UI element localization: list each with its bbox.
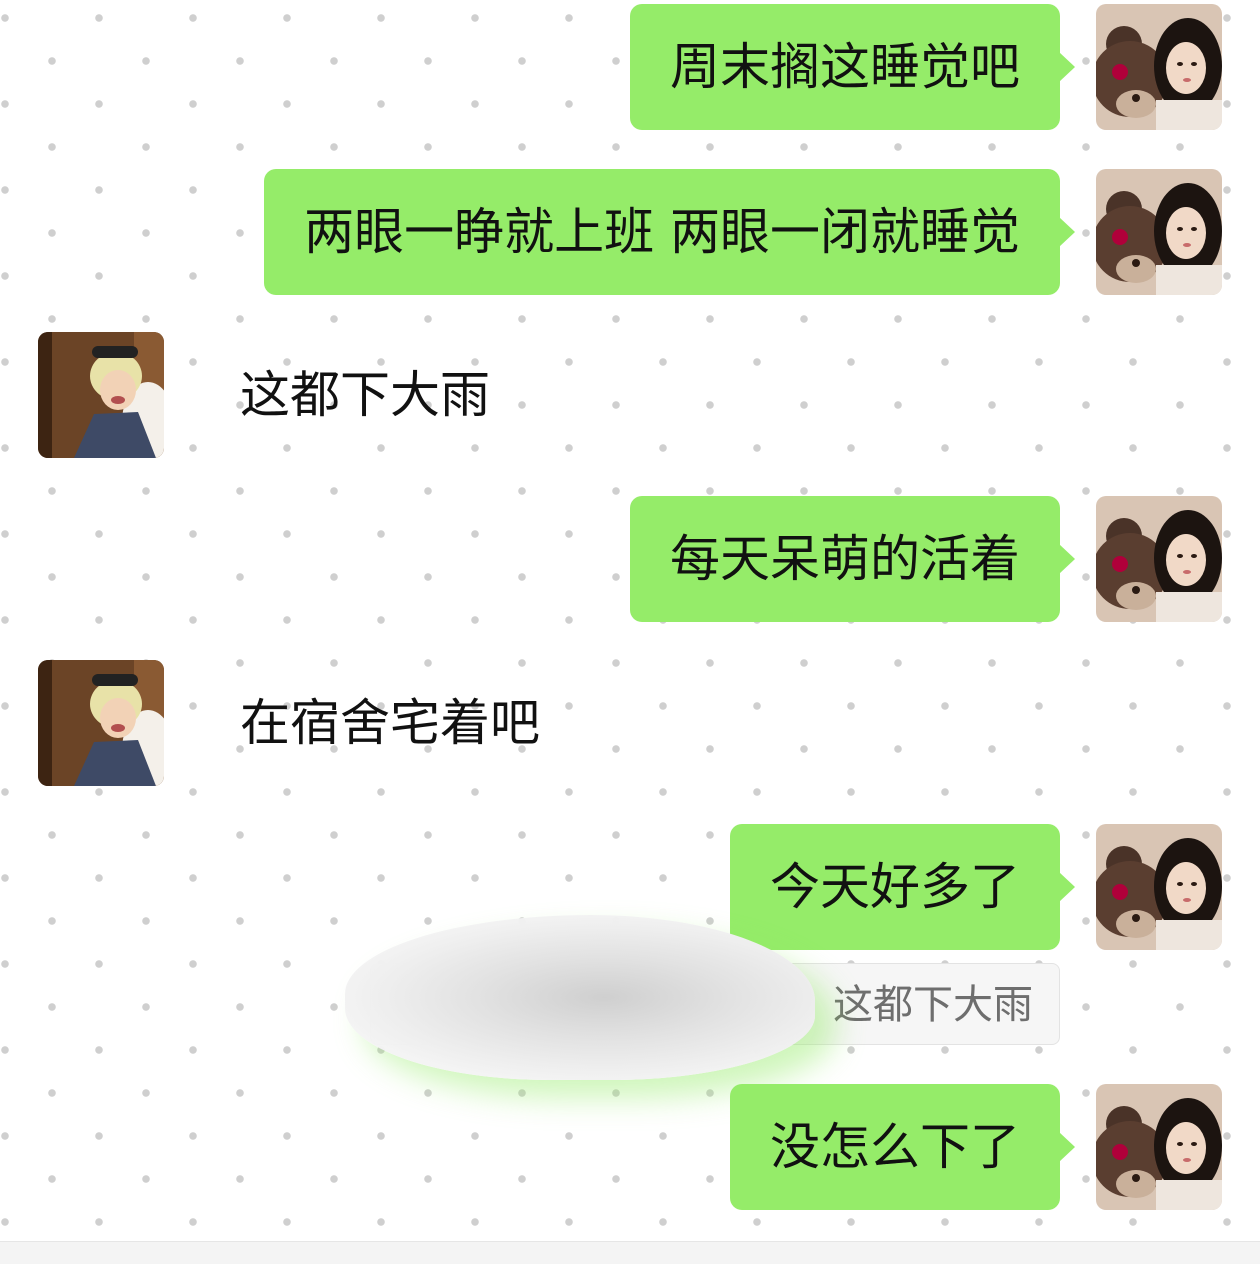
my-avatar-image (1096, 4, 1222, 130)
contact-avatar-image (38, 332, 164, 458)
received-message-bubble[interactable]: 在宿舍宅着吧 (200, 660, 580, 786)
quoted-message-text: 这都下大雨 (833, 982, 1033, 1028)
sent-message-bubble[interactable]: 没怎么下了 (730, 1084, 1075, 1210)
redaction-blur (345, 915, 815, 1080)
sent-message-bubble[interactable]: 每天呆萌的活着 (630, 496, 1075, 622)
sent-message-bubble[interactable]: 今天好多了 (730, 824, 1075, 950)
my-avatar[interactable] (1096, 1084, 1222, 1210)
my-avatar[interactable] (1096, 169, 1222, 295)
contact-avatar[interactable] (38, 332, 164, 458)
contact-avatar[interactable] (38, 660, 164, 786)
my-avatar[interactable] (1096, 824, 1222, 950)
sent-message-bubble[interactable]: 两眼一睁就上班 两眼一闭就睡觉 (264, 169, 1075, 295)
received-message-bubble[interactable]: 这都下大雨 (200, 332, 530, 458)
my-avatar-image (1096, 824, 1222, 950)
sent-message-bubble[interactable]: 周末搁这睡觉吧 (630, 4, 1075, 130)
chat-message-list[interactable]: 周末搁这睡觉吧 两眼一睁就上班 两眼一闭就睡觉 这都下大雨 每天呆萌的活着 在宿… (0, 0, 1260, 1264)
my-avatar-image (1096, 169, 1222, 295)
my-avatar-image (1096, 1084, 1222, 1210)
my-avatar[interactable] (1096, 4, 1222, 130)
contact-avatar-image (38, 660, 164, 786)
input-bar-edge (0, 1241, 1260, 1264)
my-avatar[interactable] (1096, 496, 1222, 622)
my-avatar-image (1096, 496, 1222, 622)
